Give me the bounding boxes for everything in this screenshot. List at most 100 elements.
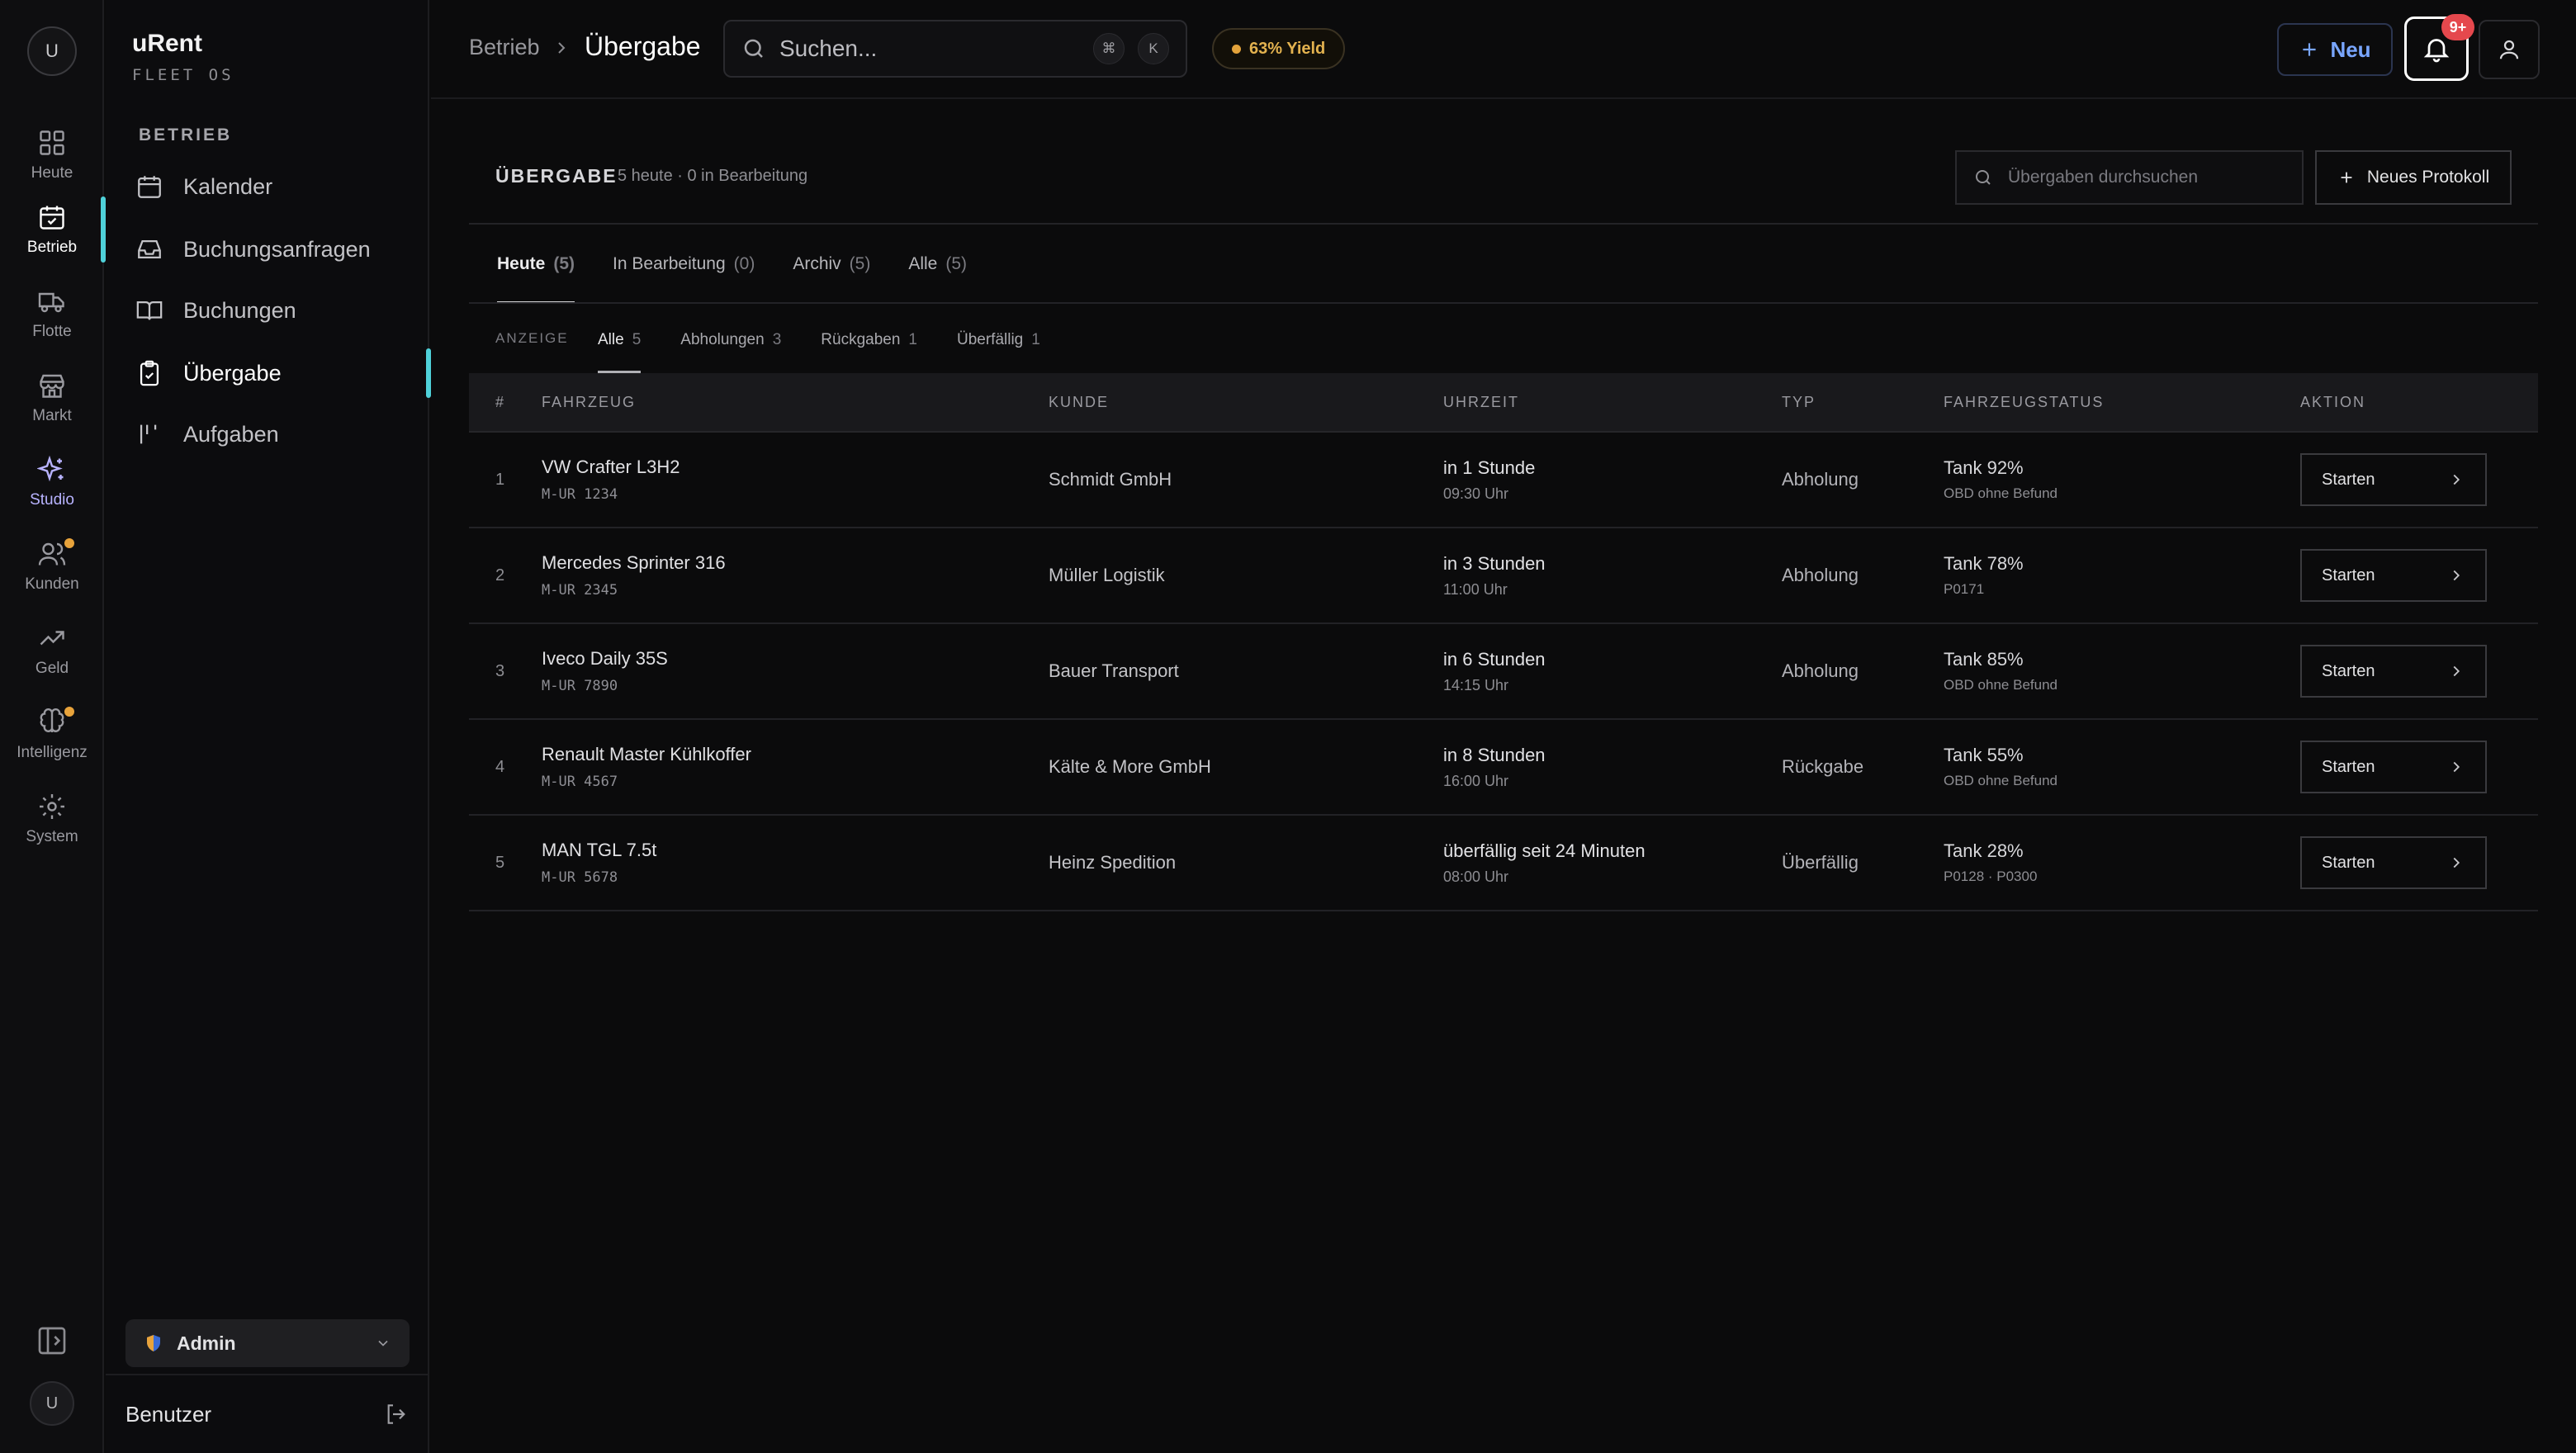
shortcut-key: K (1138, 33, 1169, 64)
truck-icon (38, 292, 64, 313)
license-plate: M-UR 5678 (542, 869, 618, 886)
row-number: 5 (495, 853, 505, 872)
column-header: TYP (1782, 393, 1816, 410)
global-search[interactable]: Suchen... ⌘ K (723, 20, 1187, 78)
rail-item-markt[interactable]: Markt (0, 358, 104, 438)
new-button-label: Neu (2330, 36, 2371, 62)
workspace-avatar[interactable]: U (27, 26, 77, 76)
handover-table: # FAHRZEUG KUNDE UHRZEIT TYP FAHRZEUGSTA… (469, 373, 2538, 911)
tank-level: Tank 85% (1944, 649, 2024, 670)
table-row[interactable]: 1 VW Crafter L3H2 M-UR 1234 Schmidt GmbH … (469, 433, 2538, 528)
chevron-right-icon (2453, 665, 2460, 677)
user-avatar[interactable]: U (30, 1381, 74, 1426)
filter-label-text: Rückgaben (821, 331, 901, 348)
brand-name: uRent (132, 30, 202, 57)
account-button[interactable] (2479, 20, 2540, 79)
tab-heute[interactable]: Heute (5) (497, 225, 575, 304)
table-row[interactable]: 2 Mercedes Sprinter 316 M-UR 2345 Müller … (469, 528, 2538, 624)
column-header: AKTION (2300, 393, 2366, 410)
rail-label: Markt (32, 407, 72, 424)
filter-rueckgaben[interactable]: Rückgaben 1 (821, 307, 917, 373)
start-button[interactable]: Starten (2300, 645, 2487, 698)
yield-badge[interactable]: 63% Yield (1212, 28, 1346, 69)
rail-item-system[interactable]: System (0, 779, 104, 859)
obd-status: OBD ohne Befund (1944, 773, 2057, 788)
sidebar-item-label: Buchungen (183, 297, 296, 323)
sidebar-item-label: Buchungsanfragen (183, 236, 371, 262)
calendar-icon (138, 176, 161, 198)
license-plate: M-UR 1234 (542, 486, 618, 503)
status-dot (1232, 44, 1241, 54)
row-number: 4 (495, 757, 505, 776)
handover-search-placeholder: Übergaben durchsuchen (2008, 168, 2198, 187)
tab-alle[interactable]: Alle (5) (908, 225, 967, 304)
calendar-check-icon (40, 206, 64, 230)
chevron-right-icon (2453, 761, 2460, 773)
filter-label: ANZEIGE (495, 330, 569, 346)
top-bar: Betrieb Übergabe Suchen... ⌘ K 63% Yield… (431, 0, 2576, 99)
obd-status: P0171 (1944, 581, 1985, 597)
new-button[interactable]: Neu (2277, 23, 2393, 76)
start-button[interactable]: Starten (2300, 741, 2487, 793)
rail-item-betrieb[interactable]: Betrieb (0, 190, 106, 269)
start-button[interactable]: Starten (2300, 453, 2487, 506)
sidebar-item-kalender[interactable]: Kalender (106, 157, 429, 216)
table-row[interactable]: 4 Renault Master Kühlkoffer M-UR 4567 Käl… (469, 720, 2538, 816)
sidebar-item-uebergabe[interactable]: Übergabe (106, 343, 431, 403)
rail-label: Studio (30, 491, 74, 509)
rail-item-studio[interactable]: Studio (0, 443, 104, 522)
store-icon (40, 374, 64, 398)
handover-search-input[interactable]: Übergaben durchsuchen (1955, 150, 2304, 205)
chevron-right-icon (2453, 570, 2460, 581)
dashboard-icon (40, 130, 64, 155)
shield-icon (147, 1335, 160, 1351)
rail-item-heute[interactable]: Heute (0, 116, 104, 195)
tab-archiv[interactable]: Archiv (5) (793, 225, 870, 304)
sidebar-item-buchungen[interactable]: Buchungen (106, 281, 429, 340)
filter-abholungen[interactable]: Abholungen 3 (680, 307, 781, 373)
sidebar-item-aufgaben[interactable]: Aufgaben (106, 405, 429, 464)
filter-alle[interactable]: Alle 5 (598, 307, 642, 373)
search-icon (1976, 170, 1991, 185)
clock-time: 14:15 Uhr (1443, 676, 1509, 693)
brain-icon (40, 708, 64, 732)
vehicle-name: Mercedes Sprinter 316 (542, 552, 726, 573)
customer-name: Bauer Transport (1049, 660, 1179, 681)
column-header: FAHRZEUG (542, 393, 637, 410)
filter-count: 1 (1031, 331, 1040, 348)
tab-in-bearbeitung[interactable]: In Bearbeitung (0) (613, 225, 755, 304)
new-protocol-button[interactable]: Neues Protokoll (2315, 150, 2512, 205)
gear-icon (40, 794, 64, 819)
plus-icon (2341, 172, 2352, 183)
trending-up-icon (40, 631, 64, 646)
sidebar-item-buchungsanfragen[interactable]: Buchungsanfragen (106, 220, 429, 279)
logout-icon[interactable] (383, 1401, 410, 1427)
rail-item-kunden[interactable]: Kunden (0, 527, 104, 606)
notifications-button[interactable]: 9+ (2404, 14, 2474, 81)
rail-item-intelligenz[interactable]: Intelligenz (0, 695, 104, 774)
customer-name: Müller Logistik (1049, 565, 1165, 585)
breadcrumb-parent[interactable]: Betrieb (469, 35, 540, 60)
rail-label: Heute (31, 164, 73, 182)
filter-label-text: Abholungen (680, 331, 765, 348)
obd-status: OBD ohne Befund (1944, 485, 2057, 501)
clipboard-check-icon (140, 360, 159, 386)
clock-time: 09:30 Uhr (1443, 485, 1509, 502)
notification-dot (64, 538, 74, 548)
filter-ueberfaellig[interactable]: Überfällig 1 (957, 307, 1040, 373)
obd-status: P0128 · P0300 (1944, 868, 2038, 884)
relative-time: in 8 Stunden (1443, 744, 1546, 765)
collapse-sidebar-icon[interactable] (36, 1324, 69, 1357)
row-number: 3 (495, 661, 505, 680)
table-row[interactable]: 3 Iveco Daily 35S M-UR 7890 Bauer Transpo… (469, 624, 2538, 720)
start-button[interactable]: Starten (2300, 549, 2487, 602)
notification-dot (64, 707, 74, 717)
license-plate: M-UR 7890 (542, 678, 618, 694)
customer-name: Heinz Spedition (1049, 852, 1177, 873)
role-switcher[interactable]: Admin (125, 1319, 410, 1367)
start-button[interactable]: Starten (2300, 836, 2487, 889)
table-row[interactable]: 5 MAN TGL 7.5t M-UR 5678 Heinz Spedition … (469, 816, 2538, 911)
relative-time: in 6 Stunden (1443, 648, 1546, 670)
rail-item-flotte[interactable]: Flotte (0, 274, 104, 353)
rail-item-geld[interactable]: Geld (0, 611, 104, 690)
